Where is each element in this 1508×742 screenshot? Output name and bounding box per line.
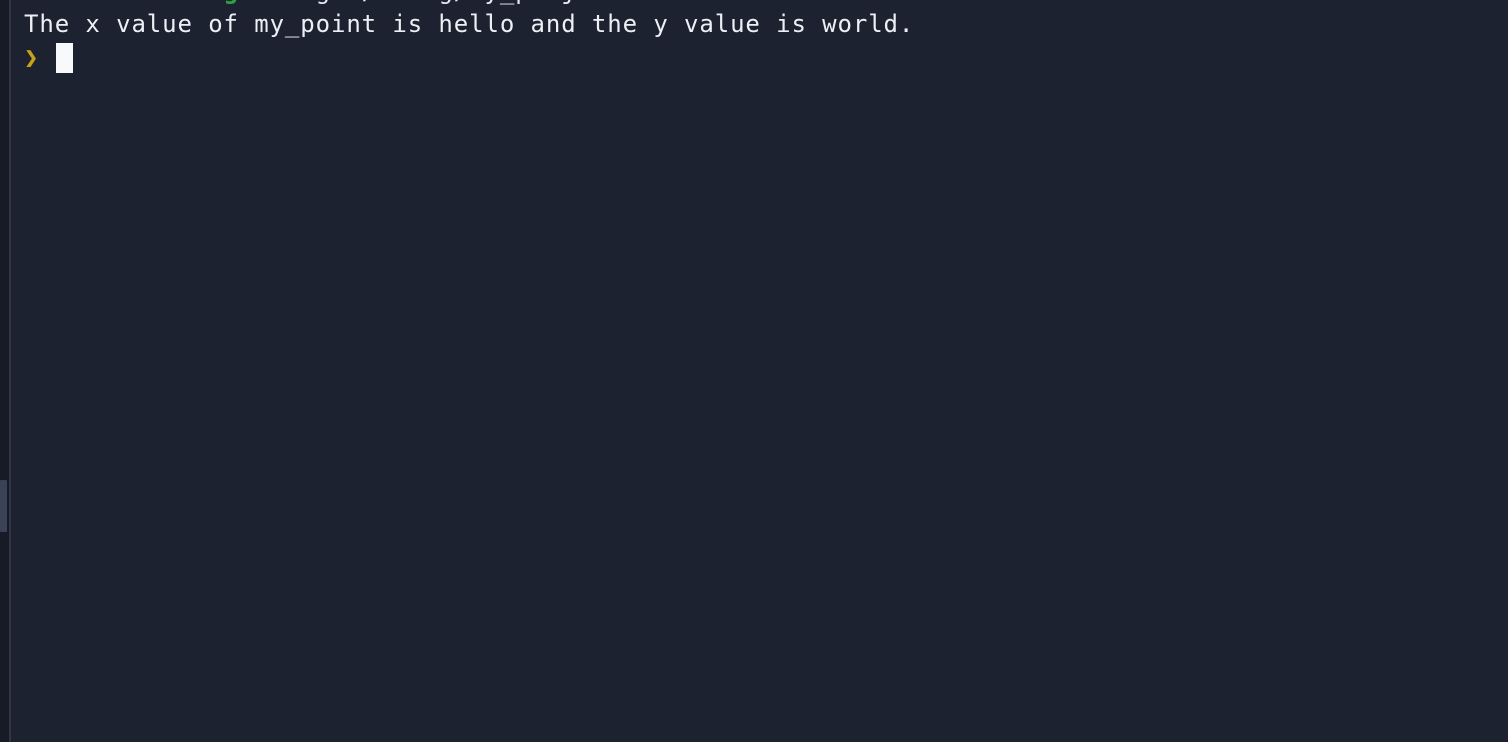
terminal-prompt-row[interactable]: ❯ — [24, 42, 73, 74]
cargo-status-indent — [24, 0, 131, 5]
terminal-screen[interactable]: Running `target/debug/my_project` The x … — [11, 0, 1508, 742]
terminal-window[interactable]: Running `target/debug/my_project` The x … — [0, 0, 1508, 742]
terminal-line-cargo-running: Running `target/debug/my_project` — [24, 0, 638, 7]
terminal-line-program-output: The x value of my_point is hello and the… — [24, 10, 915, 38]
terminal-cursor — [56, 43, 73, 73]
terminal-gutter — [0, 0, 9, 742]
prompt-chevron-icon: ❯ — [24, 45, 39, 71]
cargo-status-target: `target/debug/my_project` — [239, 0, 638, 5]
cargo-status-label: Running — [131, 0, 238, 5]
terminal-scrollbar-thumb[interactable] — [0, 480, 7, 532]
